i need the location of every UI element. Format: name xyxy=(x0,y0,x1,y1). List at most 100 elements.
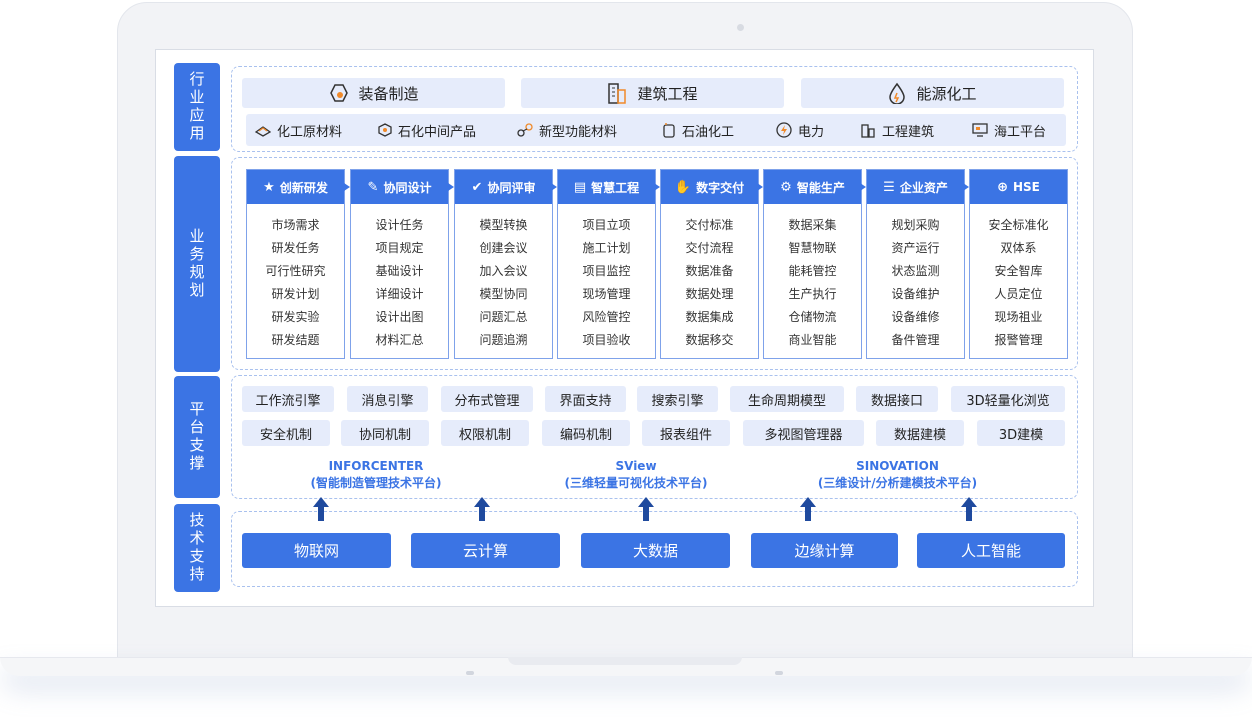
business-column-header[interactable]: ⚙ 智能生产 xyxy=(764,170,861,204)
industry-sub-new-materials[interactable]: 新型功能材料 xyxy=(517,114,617,146)
business-item[interactable]: 数据处理 xyxy=(661,285,758,302)
business-item[interactable]: 研发任务 xyxy=(247,239,344,256)
tech-iot[interactable]: 物联网 xyxy=(242,533,391,568)
business-column-header[interactable]: ✋ 数字交付 xyxy=(661,170,758,204)
business-item[interactable]: 创建会议 xyxy=(455,239,552,256)
industry-energy[interactable]: 能源化工 xyxy=(801,78,1064,108)
business-item[interactable]: 现场管理 xyxy=(558,285,655,302)
tech-bigdata[interactable]: 大数据 xyxy=(581,533,730,568)
business-item[interactable]: 材料汇总 xyxy=(351,331,448,348)
platform-chip[interactable]: 工作流引擎 xyxy=(242,386,334,412)
business-item[interactable]: 生产执行 xyxy=(764,285,861,302)
business-column[interactable]: ⊕ HSE 安全标准化双体系安全智库人员定位现场祖业报警管理 xyxy=(969,169,1068,359)
industry-sub-offshore[interactable]: 海工平台 xyxy=(972,114,1046,146)
business-column[interactable]: ✔ 协同评审模型转换创建会议加入会议模型协同问题汇总问题追溯 xyxy=(454,169,553,359)
business-item[interactable]: 项目规定 xyxy=(351,239,448,256)
business-column[interactable]: ☰ 企业资产规划采购资产运行状态监测设备维护设备维修备件管理 xyxy=(866,169,965,359)
business-column[interactable]: ⚙ 智能生产数据采集智慧物联能耗管控生产执行仓储物流商业智能 xyxy=(763,169,862,359)
industry-sub-chemical-raw[interactable]: 化工原材料 xyxy=(255,114,342,146)
platform-chip[interactable]: 编码机制 xyxy=(542,420,630,446)
platform-chip[interactable]: 数据建模 xyxy=(876,420,964,446)
business-item[interactable]: 安全智库 xyxy=(970,262,1067,279)
business-item[interactable]: 设计任务 xyxy=(351,216,448,233)
business-item[interactable]: 状态监测 xyxy=(867,262,964,279)
platform-chip[interactable]: 生命周期模型 xyxy=(730,386,844,412)
industry-sub-engineering-building[interactable]: 工程建筑 xyxy=(860,114,934,146)
platform-inforcenter[interactable]: INFORCENTER (智能制造管理技术平台) xyxy=(286,458,466,492)
platform-chip[interactable]: 分布式管理 xyxy=(441,386,533,412)
industry-sub-petrochem[interactable]: 石油化工 xyxy=(662,114,734,146)
business-item[interactable]: 现场祖业 xyxy=(970,308,1067,325)
business-item[interactable]: 加入会议 xyxy=(455,262,552,279)
business-column-header[interactable]: ☰ 企业资产 xyxy=(867,170,964,204)
business-item[interactable]: 人员定位 xyxy=(970,285,1067,302)
business-item[interactable]: 模型协同 xyxy=(455,285,552,302)
business-item[interactable]: 研发实验 xyxy=(247,308,344,325)
business-item[interactable]: 问题追溯 xyxy=(455,331,552,348)
business-item[interactable]: 数据准备 xyxy=(661,262,758,279)
business-item[interactable]: 设备维修 xyxy=(867,308,964,325)
business-item[interactable]: 市场需求 xyxy=(247,216,344,233)
business-item[interactable]: 报警管理 xyxy=(970,331,1067,348)
business-item[interactable]: 设计出图 xyxy=(351,308,448,325)
platform-sview[interactable]: SView (三维轻量可视化技术平台) xyxy=(546,458,726,492)
business-item[interactable]: 模型转换 xyxy=(455,216,552,233)
business-item[interactable]: 双体系 xyxy=(970,239,1067,256)
business-column[interactable]: ★ 创新研发市场需求研发任务可行性研究研发计划研发实验研发结题 xyxy=(246,169,345,359)
platform-chip[interactable]: 数据接口 xyxy=(856,386,938,412)
business-column-header[interactable]: ✎ 协同设计 xyxy=(351,170,448,204)
business-item[interactable]: 可行性研究 xyxy=(247,262,344,279)
business-item[interactable]: 研发计划 xyxy=(247,285,344,302)
business-item[interactable]: 施工计划 xyxy=(558,239,655,256)
business-item[interactable]: 交付标准 xyxy=(661,216,758,233)
industry-sub-power[interactable]: 电力 xyxy=(776,114,824,146)
business-item[interactable]: 规划采购 xyxy=(867,216,964,233)
business-item[interactable]: 商业智能 xyxy=(764,331,861,348)
business-item[interactable]: 数据采集 xyxy=(764,216,861,233)
business-item[interactable]: 项目监控 xyxy=(558,262,655,279)
business-item[interactable]: 项目立项 xyxy=(558,216,655,233)
business-item[interactable]: 项目验收 xyxy=(558,331,655,348)
business-item[interactable]: 详细设计 xyxy=(351,285,448,302)
business-item[interactable]: 安全标准化 xyxy=(970,216,1067,233)
platform-desc: (智能制造管理技术平台) xyxy=(310,476,442,490)
business-column[interactable]: ✎ 协同设计设计任务项目规定基础设计详细设计设计出图材料汇总 xyxy=(350,169,449,359)
platform-chip[interactable]: 权限机制 xyxy=(441,420,529,446)
platform-chip[interactable]: 多视图管理器 xyxy=(743,420,864,446)
industry-construction[interactable]: 建筑工程 xyxy=(521,78,784,108)
platform-chip[interactable]: 安全机制 xyxy=(242,420,330,446)
industry-equipment[interactable]: 装备制造 xyxy=(242,78,505,108)
platform-chip[interactable]: 报表组件 xyxy=(642,420,730,446)
platform-chip[interactable]: 消息引擎 xyxy=(347,386,428,412)
tech-edge[interactable]: 边缘计算 xyxy=(751,533,898,568)
business-item[interactable]: 研发结题 xyxy=(247,331,344,348)
tech-ai[interactable]: 人工智能 xyxy=(917,533,1065,568)
business-item[interactable]: 数据移交 xyxy=(661,331,758,348)
business-item[interactable]: 仓储物流 xyxy=(764,308,861,325)
business-column-header[interactable]: ⊕ HSE xyxy=(970,170,1067,204)
platform-chip[interactable]: 搜索引擎 xyxy=(637,386,718,412)
platform-chip[interactable]: 协同机制 xyxy=(341,420,429,446)
platform-chip[interactable]: 界面支持 xyxy=(545,386,626,412)
business-item[interactable]: 问题汇总 xyxy=(455,308,552,325)
platform-chip[interactable]: 3D轻量化浏览 xyxy=(951,386,1065,412)
business-column-header[interactable]: ✔ 协同评审 xyxy=(455,170,552,204)
business-column-header[interactable]: ▤ 智慧工程 xyxy=(558,170,655,204)
platform-sinovation[interactable]: SINOVATION (三维设计/分析建模技术平台) xyxy=(790,458,1005,492)
business-item[interactable]: 交付流程 xyxy=(661,239,758,256)
business-column-header[interactable]: ★ 创新研发 xyxy=(247,170,344,204)
business-item[interactable]: 数据集成 xyxy=(661,308,758,325)
business-item[interactable]: 能耗管控 xyxy=(764,262,861,279)
tech-cloud[interactable]: 云计算 xyxy=(411,533,560,568)
platform-name: SView xyxy=(615,459,657,473)
business-item[interactable]: 基础设计 xyxy=(351,262,448,279)
business-item[interactable]: 资产运行 xyxy=(867,239,964,256)
business-item[interactable]: 备件管理 xyxy=(867,331,964,348)
platform-chip[interactable]: 3D建模 xyxy=(977,420,1065,446)
business-item[interactable]: 设备维护 xyxy=(867,285,964,302)
business-column[interactable]: ▤ 智慧工程项目立项施工计划项目监控现场管理风险管控项目验收 xyxy=(557,169,656,359)
industry-sub-petrochem-intermediate[interactable]: 石化中间产品 xyxy=(378,114,476,146)
business-column[interactable]: ✋ 数字交付交付标准交付流程数据准备数据处理数据集成数据移交 xyxy=(660,169,759,359)
business-item[interactable]: 风险管控 xyxy=(558,308,655,325)
business-item[interactable]: 智慧物联 xyxy=(764,239,861,256)
